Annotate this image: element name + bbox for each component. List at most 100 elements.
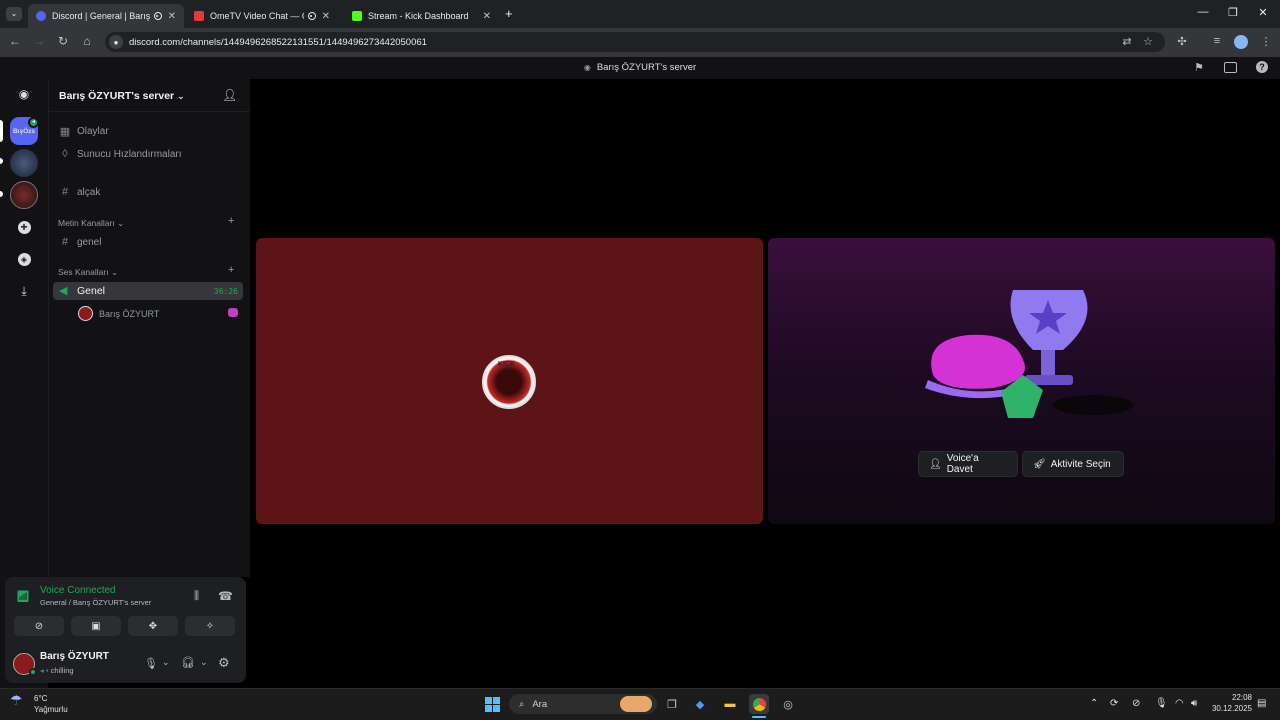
tab-search-button[interactable]: ⌄ <box>6 7 22 21</box>
choose-activity-button[interactable]: 🚀︎ Aktivite Seçin <box>1022 451 1124 477</box>
home-icon[interactable]: ⌂ <box>79 34 95 48</box>
forward-icon[interactable]: → <box>31 34 47 48</box>
active-app-indicator <box>752 716 766 718</box>
site-info-icon[interactable]: ● <box>109 35 123 49</box>
trophy-illustration-icon <box>925 290 1133 418</box>
signal-icon: 📶︎ <box>16 591 30 603</box>
server-icon-2[interactable] <box>10 149 38 177</box>
screen-share-icon: ▣ <box>91 620 101 632</box>
server-header[interactable]: Barış ÖZYURT's server ⌄ 👤︎ <box>48 79 250 112</box>
clock-time[interactable]: 22:08 <box>1210 693 1252 702</box>
invite-activity-tile <box>768 238 1275 524</box>
download-apps-button[interactable]: ⤓ <box>10 277 38 305</box>
voice-channel-genel[interactable]: ◀︎ Genel 36:26 <box>53 282 243 300</box>
participant-avatar: KICK <box>482 355 536 409</box>
user-name[interactable]: Barış ÖZYURT <box>40 651 109 662</box>
minimize-icon[interactable]: — <box>1193 6 1213 18</box>
copilot-icon[interactable]: ◆ <box>690 694 710 714</box>
close-window-icon[interactable]: ✕ <box>1253 6 1273 19</box>
screen-share-button[interactable]: ▣ <box>71 616 121 636</box>
user-settings-gear-icon[interactable]: ⚙ <box>218 655 230 671</box>
close-tab-icon[interactable]: ✕ <box>322 11 330 22</box>
channel-genel[interactable]: # genel <box>58 236 102 248</box>
profile-avatar[interactable] <box>1234 35 1248 49</box>
tab-ometv[interactable]: OmeTV Video Chat — Ome ✕ <box>186 4 338 28</box>
voice-active-badge-icon: ◂ <box>28 117 39 128</box>
file-explorer-icon[interactable]: ▬ <box>720 694 740 714</box>
direct-messages-button[interactable]: ◉ <box>10 80 38 108</box>
soundboard-button[interactable]: ✧ <box>185 616 235 636</box>
plus-icon: + <box>17 220 31 234</box>
weather-description[interactable]: Yağmurlu <box>34 705 68 714</box>
speaker-icon: ◀︎ <box>59 285 68 297</box>
volume-icon[interactable]: 🔊︎ <box>1191 698 1197 709</box>
voice-timer: 36:26 <box>213 287 238 296</box>
headphones-icon[interactable]: 🎧︎ <box>181 656 195 669</box>
channel-server-boosts[interactable]: ◊ Sunucu Hızlandırmaları <box>58 148 181 160</box>
voice-member-name[interactable]: Barış ÖZYURT <box>99 309 159 319</box>
extensions-icon[interactable]: ✣ <box>1175 35 1189 48</box>
notifications-icon[interactable]: ▤ <box>1257 698 1266 709</box>
create-text-channel-icon[interactable]: + <box>228 215 234 227</box>
maximize-icon[interactable]: ❐ <box>1223 6 1243 19</box>
start-button[interactable] <box>482 694 502 714</box>
participant-tile[interactable]: KICK <box>256 238 763 524</box>
voice-member-avatar[interactable] <box>78 306 93 321</box>
online-status-icon <box>29 668 37 676</box>
reload-icon[interactable]: ↻ <box>55 34 71 48</box>
window-title: ◉ Barış ÖZYURT's server <box>583 62 697 73</box>
weather-temperature[interactable]: 6°C <box>34 694 47 703</box>
invite-to-voice-button[interactable]: 👤︎ Voice'a Davet <box>918 451 1018 477</box>
selected-server-pill <box>0 120 3 142</box>
help-icon[interactable]: ? <box>1256 61 1268 73</box>
media-control-icon[interactable]: ≡ <box>1210 35 1224 47</box>
category-voice-channels[interactable]: Ses Kanalları ⌄ <box>58 267 118 278</box>
audio-options-chevron-icon[interactable]: ⌄ <box>200 657 208 668</box>
wifi-icon[interactable]: ◠ <box>1175 698 1184 709</box>
noise-suppression-icon[interactable]: ⫼ <box>194 590 199 603</box>
close-tab-icon[interactable]: ✕ <box>483 11 491 22</box>
clock-date[interactable]: 30.12.2025 <box>1200 704 1252 713</box>
camera-off-button[interactable]: ⊘ <box>14 616 64 636</box>
microphone-icon[interactable]: 🎙︎ <box>144 657 158 670</box>
boost-gem-icon: ◊ <box>62 148 68 160</box>
back-icon[interactable]: ← <box>7 34 23 48</box>
url-text: discord.com/channels/1449496268522131551… <box>129 36 427 48</box>
sync-icon[interactable]: ⟳ <box>1110 698 1118 709</box>
add-server-button[interactable]: + <box>10 213 38 241</box>
server-icon-3[interactable] <box>10 181 38 209</box>
translate-icon[interactable]: ⇄ <box>1120 35 1134 48</box>
recording-icon <box>153 12 162 20</box>
channel-events[interactable]: ▦ Olaylar <box>58 125 109 138</box>
chrome-taskbar-icon[interactable] <box>749 694 769 714</box>
weather-rain-icon[interactable]: ☂ <box>10 692 23 709</box>
ometv-favicon-icon <box>194 11 204 21</box>
create-voice-channel-icon[interactable]: + <box>228 264 234 276</box>
inbox-icon[interactable] <box>1224 62 1237 73</box>
task-view-icon[interactable]: ❐ <box>662 694 682 714</box>
network-off-icon[interactable]: ⊘ <box>1132 698 1140 709</box>
tab-discord[interactable]: Discord | General | Barış Ö ✕ <box>28 4 184 28</box>
microphone-tray-icon[interactable]: 🎙︎ <box>1155 698 1168 709</box>
show-hidden-icons[interactable]: ⌃ <box>1090 698 1098 709</box>
category-text-channels[interactable]: Metin Kanalları ⌄ <box>58 218 124 229</box>
hashtag-icon: # <box>61 186 69 198</box>
activities-button[interactable]: ✥ <box>128 616 178 636</box>
bookmark-star-icon[interactable]: ☆ <box>1141 35 1155 48</box>
flag-icon[interactable]: ⚑ <box>1194 61 1204 74</box>
voice-location[interactable]: General / Barış ÖZYURT's server <box>40 598 151 607</box>
discover-button[interactable]: ◈ <box>10 245 38 273</box>
invite-people-icon[interactable]: 👤︎ <box>222 88 237 102</box>
discord-taskbar-icon[interactable]: ◎ <box>778 694 798 714</box>
chrome-menu-icon[interactable]: ⋮ <box>1259 35 1273 48</box>
new-tab-button[interactable]: + <box>505 6 513 21</box>
disconnect-icon[interactable]: ☎ <box>218 589 233 603</box>
voice-connected-label[interactable]: Voice Connected <box>40 585 116 596</box>
tab-kick[interactable]: Stream - Kick Dashboard ✕ <box>344 4 499 28</box>
close-tab-icon[interactable]: ✕ <box>168 11 176 22</box>
search-highlight-image[interactable] <box>620 696 652 712</box>
mic-options-chevron-icon[interactable]: ⌄ <box>162 657 170 668</box>
channel-alcak[interactable]: # alçak <box>58 186 100 198</box>
address-bar[interactable]: ● discord.com/channels/14494962685221315… <box>105 32 1165 52</box>
activity-badge-icon <box>228 308 238 317</box>
